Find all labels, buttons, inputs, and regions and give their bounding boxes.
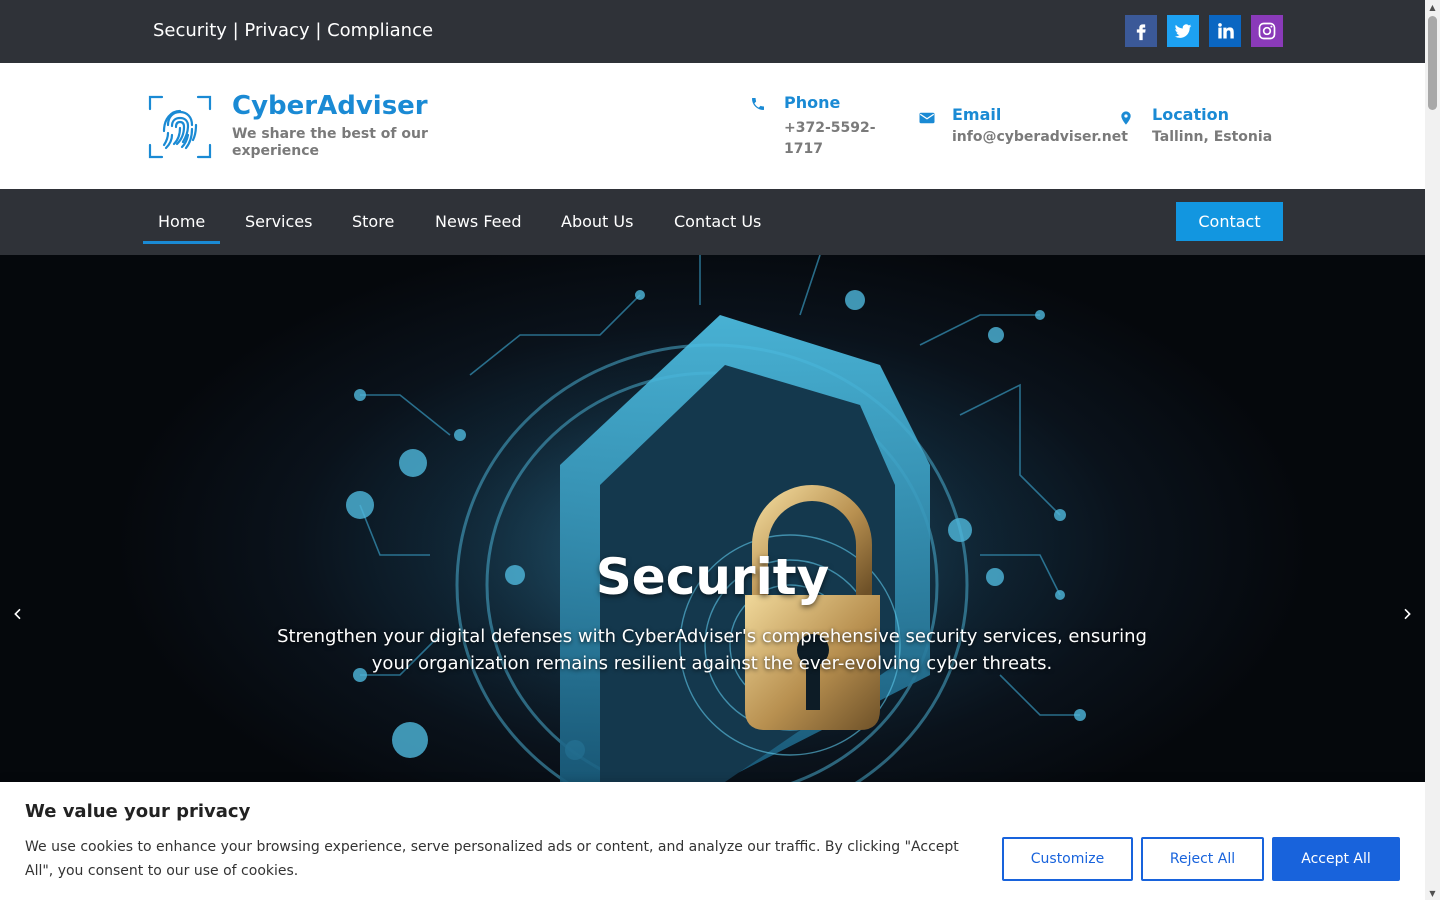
hero-title: Security: [595, 548, 830, 606]
contact-button[interactable]: Contact: [1176, 202, 1283, 241]
cookie-title: We value your privacy: [25, 801, 251, 822]
nav-item-news-feed[interactable]: News Feed: [420, 189, 537, 255]
customize-button[interactable]: Customize: [1002, 837, 1133, 881]
phone-title: Phone: [784, 93, 841, 112]
tagline: Security | Privacy | Compliance: [153, 20, 434, 41]
nav-item-contact-us[interactable]: Contact Us: [659, 189, 776, 255]
site-header: CyberAdviser We share the best of our ex…: [0, 63, 1425, 189]
email-title: Email: [952, 105, 1002, 124]
chevron-right-icon[interactable]: [1393, 600, 1421, 628]
nav-item-about-us[interactable]: About Us: [546, 189, 648, 255]
scroll-down-icon[interactable]: ▼: [1425, 886, 1440, 900]
fingerprint-logo-icon[interactable]: [148, 95, 212, 159]
hero-text: Strengthen your digital defenses with Cy…: [277, 626, 1147, 674]
page-scrollbar[interactable]: ▲ ▼: [1425, 0, 1440, 900]
email-value[interactable]: info@cyberadviser.net: [952, 127, 1128, 148]
reject-all-button[interactable]: Reject All: [1141, 837, 1264, 881]
facebook-icon[interactable]: [1125, 15, 1157, 47]
location-value: Tallinn, Estonia: [1152, 129, 1273, 145]
instagram-icon[interactable]: [1251, 15, 1283, 47]
hero-shield-lock-illustration: [300, 255, 1125, 782]
phone-info: Phone +372-5592-1717: [750, 93, 890, 163]
email-icon: [918, 109, 936, 127]
hero-carousel: Security Strengthen your digital defense…: [0, 255, 1425, 782]
email-info: Email info@cyberadviser.net: [918, 105, 1138, 155]
nav-item-home[interactable]: Home: [143, 189, 221, 255]
location-title: Location: [1152, 105, 1229, 124]
top-bar: Security | Privacy | Compliance: [0, 0, 1425, 63]
brand-tagline: We share the best of our experience: [232, 126, 428, 159]
twitter-icon[interactable]: [1167, 15, 1199, 47]
chevron-left-icon[interactable]: [4, 600, 32, 628]
phone-value[interactable]: +372-5592-1717: [784, 118, 894, 160]
cookie-consent-banner: We value your privacy We use cookies to …: [0, 782, 1425, 900]
scroll-up-icon[interactable]: ▲: [1425, 0, 1440, 14]
social-links: [1125, 15, 1283, 47]
accept-all-button[interactable]: Accept All: [1272, 837, 1400, 881]
nav-item-store[interactable]: Store: [337, 189, 409, 255]
linkedin-icon[interactable]: [1209, 15, 1241, 47]
location-info: Location Tallinn, Estonia: [1118, 105, 1283, 155]
cookie-text: We use cookies to enhance your browsing …: [25, 839, 959, 879]
location-pin-icon: [1118, 109, 1136, 127]
phone-icon: [750, 96, 768, 114]
main-nav: Home Services Store News Feed About Us C…: [0, 189, 1425, 255]
scroll-thumb[interactable]: [1428, 16, 1437, 110]
nav-item-services[interactable]: Services: [230, 189, 327, 255]
brand-name[interactable]: CyberAdviser: [232, 90, 428, 122]
